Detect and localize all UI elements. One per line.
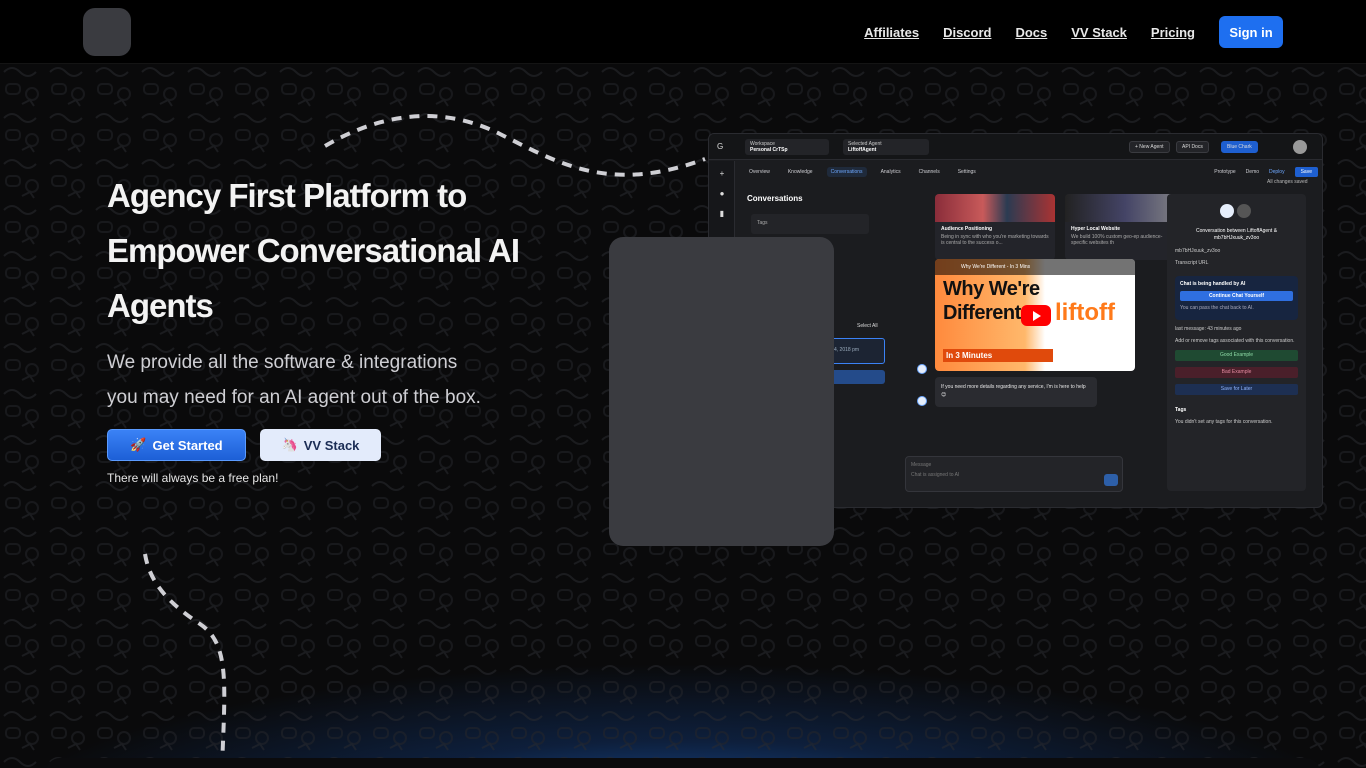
select-all-label: Select All (857, 323, 878, 329)
message-box: Message Chat is assigned to AI (905, 456, 1123, 492)
save-for-later-button: Save for Later (1175, 384, 1298, 395)
hero-title-line: Agency First Platform to (107, 177, 467, 214)
conversation-details-panel: Conversation between LiftoffAgent & mb7b… (1167, 194, 1306, 491)
app-topbar: G Workspace Personal CrTSp Selected Agen… (709, 134, 1322, 160)
transcript-url: Transcript URL (1175, 260, 1209, 266)
get-started-button[interactable]: 🚀 Get Started (107, 429, 246, 461)
chat-area: Audience Positioning Being in sync with … (905, 184, 1185, 499)
card-audience-positioning: Audience Positioning Being in sync with … (935, 194, 1055, 260)
tab-knowledge: Knowledge (787, 169, 813, 175)
user-avatar (1237, 204, 1251, 218)
hero-title-line: Empower Conversational AI (107, 232, 520, 269)
tags-select: Tags (751, 214, 869, 234)
tab-overview: Overview (749, 169, 770, 175)
tab-conversations: Conversations (826, 167, 867, 177)
top-nav: Affiliates Discord Docs VV Stack Pricing… (0, 0, 1366, 64)
handled-by-ai-box: Chat is being handled by AI Continue Cha… (1175, 276, 1298, 320)
nav-links: Affiliates Discord Docs VV Stack Pricing (864, 0, 1195, 64)
handled-title: Chat is being handled by AI (1180, 281, 1246, 287)
deploy-link: Deploy (1269, 169, 1285, 175)
handled-note: You can pass the chat back to AI. (1180, 305, 1254, 311)
api-docs-button: API Docs (1176, 141, 1209, 153)
tab-analytics: Analytics (880, 169, 901, 175)
continue-chat-button: Continue Chat Yourself (1180, 291, 1293, 301)
workspace-name: Personal CrTSp (750, 147, 788, 153)
saved-note: All changes saved (1267, 179, 1308, 185)
bot-avatar (917, 364, 927, 374)
user-avatar (1293, 140, 1307, 154)
get-started-label: Get Started (152, 437, 223, 453)
agent-selector: Selected Agent LiftoffAgent (843, 139, 929, 155)
vv-stack-button[interactable]: 🦄 VV Stack (260, 429, 381, 461)
good-example-button: Good Example (1175, 350, 1298, 361)
workspace-selector: Workspace Personal CrTSp (745, 139, 829, 155)
hero-subtitle-line: We provide all the software & integratio… (107, 352, 458, 373)
message-placeholder: Chat is assigned to AI (911, 472, 960, 478)
plus-icon: + (719, 169, 725, 178)
video-title-bar: Why We're Different - In 3 Mins (935, 259, 1135, 275)
hero-subtitle-line: you may need for an AI agent out of the … (107, 387, 481, 408)
nav-link-pricing[interactable]: Pricing (1151, 25, 1195, 40)
card-text: Being in sync with who you're marketing … (941, 234, 1049, 246)
prototype-link: Prototype (1214, 169, 1236, 175)
card-image (935, 194, 1055, 222)
brand-logo[interactable] (83, 8, 131, 56)
vv-stack-label: VV Stack (303, 437, 360, 453)
video-subtitle: In 3 Minutes (943, 349, 1053, 362)
rocket-icon: 🚀 (130, 437, 147, 452)
conversations-title: Conversations (747, 194, 803, 203)
conversation-list-item-selected (829, 370, 885, 384)
agent-avatar (1220, 204, 1234, 218)
tab-channels: Channels (918, 169, 940, 175)
tags-heading: Tags (1175, 407, 1187, 413)
last-message: last message: 43 minutes ago (1175, 326, 1242, 332)
message-label: Message (911, 462, 932, 468)
send-icon (1104, 474, 1118, 486)
status-pill: Blue Chark (1221, 141, 1258, 153)
chat-bubble: If you need more details regarding any s… (935, 377, 1097, 407)
conversation-list-item: 4, 2018 pm (829, 338, 885, 364)
agent-name: LiftoffAgent (848, 147, 877, 153)
bad-example-button: Bad Example (1175, 367, 1298, 378)
no-tags-note: You didn't set any tags for this convers… (1175, 419, 1273, 425)
bottom-panel-edge (46, 758, 1320, 768)
conversations-panel: Conversations (747, 194, 897, 203)
nav-link-discord[interactable]: Discord (943, 25, 991, 40)
sign-in-button[interactable]: Sign in (1219, 16, 1283, 48)
chat-icon: ● (719, 189, 725, 198)
free-plan-note: There will always be a free plan! (107, 471, 279, 485)
hero-title-line: Agents (107, 287, 214, 324)
bookmark-icon: ▮ (719, 209, 725, 218)
youtube-play-icon (1021, 305, 1051, 326)
nav-link-vv-stack[interactable]: VV Stack (1071, 25, 1127, 40)
card-title: Audience Positioning (941, 226, 993, 232)
vv-stack-icon: 🦄 (281, 437, 298, 452)
app-logo-icon: G (717, 142, 724, 151)
app-tabs: Overview Knowledge Conversations Analyti… (739, 161, 1322, 183)
tab-settings: Settings (957, 169, 976, 175)
new-agent-button: + New Agent (1129, 141, 1170, 153)
video-thumbnail: Why We're Different - In 3 Mins Why We'r… (935, 259, 1135, 371)
tags-hint: Add or remove tags associated with this … (1175, 338, 1295, 344)
image-placeholder (609, 237, 834, 546)
liftoff-brand: liftoff (1055, 299, 1115, 326)
bot-avatar (917, 396, 927, 406)
hero-title: Agency First Platform to Empower Convers… (107, 168, 547, 333)
nav-link-docs[interactable]: Docs (1015, 25, 1047, 40)
demo-link: Demo (1245, 169, 1260, 175)
hero-subtitle: We provide all the software & integratio… (107, 345, 537, 415)
conversation-title: Conversation between LiftoffAgent & mb7b… (1195, 228, 1278, 241)
save-button: Save (1294, 167, 1318, 177)
nav-link-affiliates[interactable]: Affiliates (864, 25, 919, 40)
conversation-id: mb7bHJxuuk_zv3oo (1175, 248, 1221, 254)
